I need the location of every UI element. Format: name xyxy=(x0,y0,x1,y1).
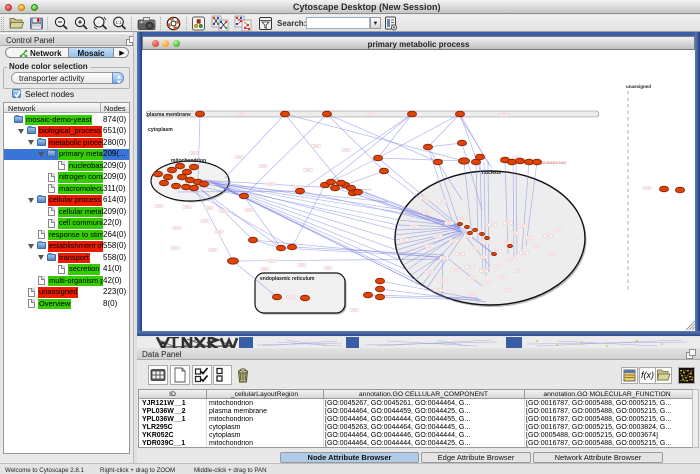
svg-text:mitochondrion: mitochondrion xyxy=(171,158,206,164)
svg-text:1:1: 1:1 xyxy=(116,20,123,25)
svg-text:cytoplasm: cytoplasm xyxy=(148,127,173,133)
svg-text:unassigned: unassigned xyxy=(626,84,651,89)
svg-text:plasma membrane: plasma membrane xyxy=(147,112,191,118)
svg-text:endoplasmic reticulum: endoplasmic reticulum xyxy=(260,276,315,282)
svg-text:nucleus: nucleus xyxy=(482,170,501,176)
